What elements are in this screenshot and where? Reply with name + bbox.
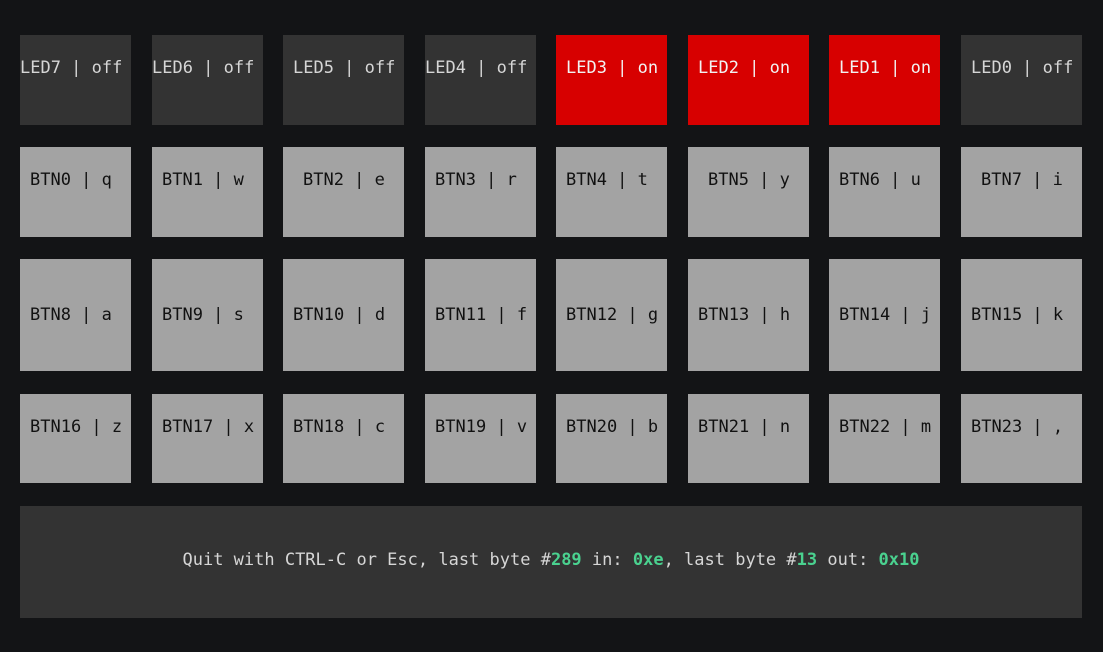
led-indicator-1: LED1 | on [829, 35, 940, 125]
led-indicator-0: LED0 | off [961, 35, 1082, 125]
in-label: in: [581, 550, 633, 570]
led-indicator-4: LED4 | off [425, 35, 536, 125]
in-byte-value: 0xe [632, 550, 664, 570]
led-label: LED6 | off [152, 58, 255, 78]
out-byte-count: 13 [796, 550, 818, 570]
led-label: LED3 | on [566, 58, 659, 78]
status-bar: Quit with CTRL-C or Esc, last byte #289 … [20, 506, 1082, 618]
button-label: BTN20 | b [566, 417, 659, 437]
in-byte-count: 289 [550, 550, 582, 570]
status-mid: , last byte # [663, 550, 797, 570]
led-label: LED1 | on [839, 58, 932, 78]
led-label: LED4 | off [425, 58, 528, 78]
button-label: BTN5 | y [708, 170, 790, 190]
button-btn16[interactable]: BTN16 | z [20, 394, 131, 483]
button-label: BTN14 | j [839, 305, 932, 325]
button-btn11[interactable]: BTN11 | f [425, 259, 536, 371]
button-btn7[interactable]: BTN7 | i [961, 147, 1082, 237]
button-btn2[interactable]: BTN2 | e [283, 147, 404, 237]
button-btn8[interactable]: BTN8 | a [20, 259, 131, 371]
led-label: LED2 | on [698, 58, 791, 78]
out-byte-value: 0x10 [878, 550, 920, 570]
button-btn20[interactable]: BTN20 | b [556, 394, 667, 483]
button-label: BTN10 | d [293, 305, 386, 325]
button-label: BTN19 | v [435, 417, 528, 437]
button-label: BTN3 | r [435, 170, 517, 190]
status-prefix: Quit with CTRL-C or Esc, last byte # [182, 550, 551, 570]
button-btn22[interactable]: BTN22 | m [829, 394, 940, 483]
button-btn23[interactable]: BTN23 | , [961, 394, 1082, 483]
button-btn4[interactable]: BTN4 | t [556, 147, 667, 237]
button-label: BTN1 | w [162, 170, 244, 190]
button-btn21[interactable]: BTN21 | n [688, 394, 809, 483]
button-btn5[interactable]: BTN5 | y [688, 147, 809, 237]
led-indicator-6: LED6 | off [152, 35, 263, 125]
button-btn12[interactable]: BTN12 | g [556, 259, 667, 371]
button-label: BTN6 | u [839, 170, 921, 190]
button-btn1[interactable]: BTN1 | w [152, 147, 263, 237]
button-label: BTN12 | g [566, 305, 659, 325]
led-label: LED5 | off [293, 58, 396, 78]
button-label: BTN21 | n [698, 417, 791, 437]
button-label: BTN22 | m [839, 417, 932, 437]
led-label: LED7 | off [20, 58, 123, 78]
out-label: out: [817, 550, 879, 570]
button-btn17[interactable]: BTN17 | x [152, 394, 263, 483]
button-btn15[interactable]: BTN15 | k [961, 259, 1082, 371]
led-indicator-3: LED3 | on [556, 35, 667, 125]
button-btn9[interactable]: BTN9 | s [152, 259, 263, 371]
button-btn10[interactable]: BTN10 | d [283, 259, 404, 371]
button-btn14[interactable]: BTN14 | j [829, 259, 940, 371]
button-label: BTN15 | k [971, 305, 1064, 325]
button-label: BTN9 | s [162, 305, 244, 325]
led-indicator-7: LED7 | off [20, 35, 131, 125]
status-text: Quit with CTRL-C or Esc, last byte #289 … [20, 550, 1082, 570]
button-label: BTN13 | h [698, 305, 791, 325]
led-indicator-5: LED5 | off [283, 35, 404, 125]
button-label: BTN18 | c [293, 417, 386, 437]
button-btn18[interactable]: BTN18 | c [283, 394, 404, 483]
button-btn13[interactable]: BTN13 | h [688, 259, 809, 371]
button-label: BTN4 | t [566, 170, 648, 190]
button-btn19[interactable]: BTN19 | v [425, 394, 536, 483]
button-btn0[interactable]: BTN0 | q [20, 147, 131, 237]
led-indicator-2: LED2 | on [688, 35, 809, 125]
button-label: BTN17 | x [162, 417, 255, 437]
button-btn6[interactable]: BTN6 | u [829, 147, 940, 237]
button-label: BTN11 | f [435, 305, 528, 325]
led-label: LED0 | off [971, 58, 1074, 78]
button-label: BTN16 | z [30, 417, 123, 437]
button-label: BTN7 | i [981, 170, 1063, 190]
button-btn3[interactable]: BTN3 | r [425, 147, 536, 237]
button-label: BTN2 | e [303, 170, 385, 190]
button-label: BTN23 | , [971, 417, 1064, 437]
button-label: BTN8 | a [30, 305, 112, 325]
button-label: BTN0 | q [30, 170, 112, 190]
